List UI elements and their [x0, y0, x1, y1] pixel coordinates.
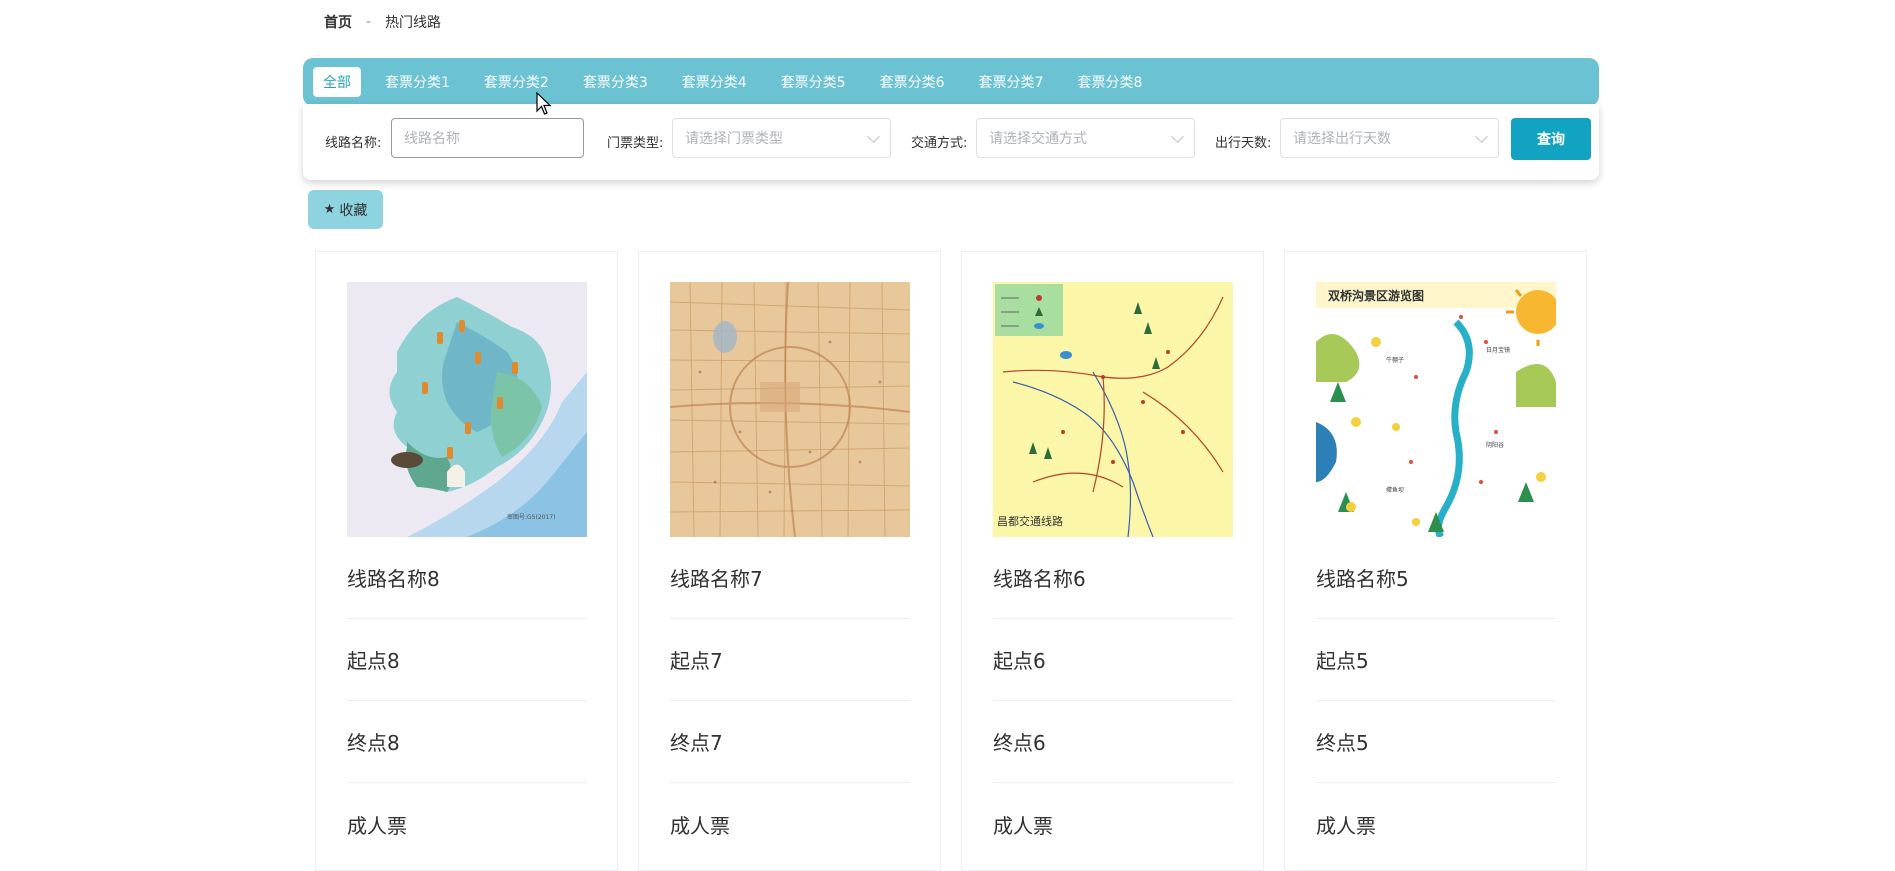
route-start: 起点6	[993, 619, 1233, 701]
category-tab-bar: 全部 套票分类1 套票分类2 套票分类3 套票分类4 套票分类5 套票分类6 套…	[303, 58, 1599, 106]
ticket-type-placeholder: 请选择门票类型	[685, 131, 783, 147]
route-name: 线路名称7	[670, 537, 910, 619]
ticket-type-select[interactable]: 请选择门票类型	[672, 118, 891, 158]
mouse-cursor-icon	[536, 91, 552, 120]
route-end: 终点8	[347, 701, 587, 783]
route-card[interactable]: 审图号:GS(2017) 线路名称8 起点8 终点8 成人票	[315, 251, 618, 871]
favorites-label: 收藏	[339, 202, 368, 219]
svg-text:双桥沟景区游览图: 双桥沟景区游览图	[1328, 288, 1424, 303]
svg-text:审图号:GS(2017): 审图号:GS(2017)	[507, 513, 555, 521]
tab-category-7[interactable]: 套票分类7	[969, 67, 1054, 97]
tab-category-4[interactable]: 套票分类4	[672, 67, 757, 97]
route-ticket: 成人票	[670, 813, 730, 838]
tab-all[interactable]: 全部	[313, 67, 361, 97]
favorites-button[interactable]: ★ 收藏	[308, 190, 383, 229]
route-name: 线路名称5	[1316, 537, 1556, 619]
days-select[interactable]: 请选择出行天数	[1280, 118, 1499, 158]
svg-text:日月宝镜: 日月宝镜	[1486, 346, 1510, 354]
route-end: 终点6	[993, 701, 1233, 783]
route-name-placeholder: 线路名称	[404, 131, 460, 147]
tab-category-5[interactable]: 套票分类5	[771, 67, 856, 97]
tab-category-3[interactable]: 套票分类3	[573, 67, 658, 97]
svg-text:昌都交通线路: 昌都交通线路	[997, 514, 1063, 528]
transport-placeholder: 请选择交通方式	[989, 131, 1087, 147]
days-placeholder: 请选择出行天数	[1293, 131, 1391, 147]
ticket-type-label: 门票类型:	[607, 136, 664, 151]
route-ticket: 成人票	[1316, 813, 1376, 838]
route-card[interactable]: 线路名称7 起点7 终点7 成人票	[638, 251, 941, 871]
route-name-input[interactable]: 线路名称	[391, 118, 584, 158]
route-start: 起点8	[347, 619, 587, 701]
star-icon: ★	[323, 202, 336, 217]
route-card[interactable]: 昌都交通线路 线路名称6 起点6 终点6 成人票	[961, 251, 1264, 871]
breadcrumb-separator: -	[366, 14, 372, 30]
province-map-image: 审图号:GS(2017)	[347, 282, 587, 537]
transport-label: 交通方式:	[911, 136, 968, 151]
scenic-guide-map-image: 双桥沟景区游览图 牛棚子 日月宝镜 阴阳谷 撵鱼坝	[1316, 282, 1556, 537]
route-end: 终点7	[670, 701, 910, 783]
breadcrumb-current: 热门线路	[385, 15, 442, 31]
search-panel: 线路名称: 线路名称 门票类型: 请选择门票类型 交通方式: 请选择交通方式 出…	[303, 104, 1599, 180]
tab-category-6[interactable]: 套票分类6	[870, 67, 955, 97]
route-card[interactable]: 双桥沟景区游览图 牛棚子 日月宝镜 阴阳谷 撵鱼坝 线路名称5 起点5 终点5 …	[1284, 251, 1587, 871]
breadcrumb: 首页 - 热门线路	[324, 12, 441, 32]
svg-text:阴阳谷: 阴阳谷	[1486, 441, 1504, 449]
chevron-down-icon	[867, 130, 880, 143]
days-label: 出行天数:	[1215, 136, 1272, 151]
tab-category-8[interactable]: 套票分类8	[1067, 67, 1152, 97]
drawn-route-map-image: 昌都交通线路	[993, 282, 1233, 537]
chevron-down-icon	[1475, 130, 1488, 143]
svg-text:牛棚子: 牛棚子	[1386, 356, 1404, 364]
tab-category-1[interactable]: 套票分类1	[375, 67, 460, 97]
route-ticket: 成人票	[347, 813, 407, 838]
route-start: 起点5	[1316, 619, 1556, 701]
city-map-image	[670, 282, 910, 537]
route-end: 终点5	[1316, 701, 1556, 783]
chevron-down-icon	[1171, 130, 1184, 143]
query-button[interactable]: 查询	[1511, 118, 1591, 160]
breadcrumb-home[interactable]: 首页	[324, 12, 352, 32]
svg-text:撵鱼坝: 撵鱼坝	[1386, 486, 1404, 494]
transport-select[interactable]: 请选择交通方式	[976, 118, 1195, 158]
route-ticket: 成人票	[993, 813, 1053, 838]
route-name: 线路名称8	[347, 537, 587, 619]
route-start: 起点7	[670, 619, 910, 701]
route-name-label: 线路名称:	[325, 136, 382, 151]
route-name: 线路名称6	[993, 537, 1233, 619]
